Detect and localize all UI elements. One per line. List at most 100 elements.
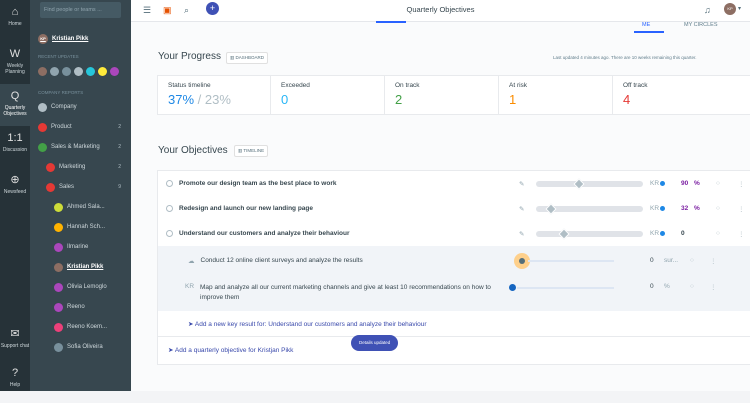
timeline-button[interactable]: ▥ TIMELINE xyxy=(234,145,269,157)
key-result-row[interactable]: ☁ Conduct 12 online client surveys and a… xyxy=(158,248,750,273)
stat-value: 0 xyxy=(281,92,289,107)
progress-marker[interactable] xyxy=(573,177,585,190)
team-tree-item[interactable]: Reeno Koem... xyxy=(30,317,131,337)
objective-row[interactable]: Understand our customers and analyze the… xyxy=(158,221,750,246)
edit-icon[interactable]: ✎ xyxy=(519,205,524,213)
toast-notification: Details updated xyxy=(351,335,399,351)
progress-marker[interactable] xyxy=(558,227,570,240)
avatar[interactable] xyxy=(110,67,119,76)
objective-unit: % xyxy=(694,180,700,187)
rail-item-label: Discussion xyxy=(2,147,28,154)
rail-item-label: Quarterly Objectives xyxy=(3,105,27,118)
add-key-result-link[interactable]: ➤ Add a new key result for: Understand o… xyxy=(188,320,427,328)
slider-handle[interactable] xyxy=(509,284,516,291)
more-icon[interactable]: ⋮ xyxy=(738,205,745,213)
slider-handle[interactable] xyxy=(519,258,525,264)
team-tree-item[interactable]: Product 2 xyxy=(30,117,131,137)
objective-checkbox[interactable] xyxy=(166,205,173,212)
team-tree-item[interactable]: Marketing 2 xyxy=(30,157,131,177)
team-tree-item[interactable]: Sofia Oliveira xyxy=(30,337,131,357)
stat-status-timeline: Status timeline 37% / 23% xyxy=(158,76,271,114)
objective-progress-bar xyxy=(536,202,643,215)
rail-item-home[interactable]: ⌂ Home xyxy=(0,0,30,42)
stat-label: Off track xyxy=(623,82,648,89)
tab-me[interactable]: ME xyxy=(642,22,650,28)
avatar[interactable] xyxy=(74,67,83,76)
objective-title: Redesign and launch our new landing page xyxy=(179,205,313,212)
stat-off-track: Off track 4 xyxy=(613,76,750,114)
objective-checkbox[interactable] xyxy=(166,180,173,187)
page-title: Quarterly Objectives xyxy=(406,5,475,14)
avatar[interactable] xyxy=(62,67,71,76)
sidebar-user[interactable]: KP Kristian Pikk xyxy=(30,34,131,44)
rail-item-weekly-planning[interactable]: W Weekly Planning xyxy=(0,42,30,84)
edit-icon[interactable]: ✎ xyxy=(519,180,524,188)
kr-dot xyxy=(660,231,665,236)
key-result-value: 0 xyxy=(650,283,654,290)
comment-icon[interactable]: ○ xyxy=(690,257,694,264)
edit-icon[interactable]: ✎ xyxy=(519,230,524,238)
team-tree-item[interactable]: Kristian Pikk xyxy=(30,257,131,277)
nav-rail: ⌂ Home W Weekly Planning Q Quarterly Objectiv… xyxy=(0,0,30,391)
progress-marker[interactable] xyxy=(545,202,558,215)
team-tree-item[interactable]: Reeno xyxy=(30,297,131,317)
team-tree-item[interactable]: Hannah Sch... xyxy=(30,217,131,237)
team-tree-item[interactable]: Company xyxy=(30,97,131,117)
more-icon[interactable]: ⋮ xyxy=(710,257,717,265)
objective-checkbox[interactable] xyxy=(166,230,173,237)
add-objective-link[interactable]: ➤ Add a quarterly objective for Kristjan… xyxy=(168,346,293,354)
top-bar: ☰ ▣ ⌕ + Quarterly Objectives ♫ KP ▾ xyxy=(131,0,750,23)
team-tree-item[interactable]: Ilmarine xyxy=(30,237,131,257)
objective-title: Understand our customers and analyze the… xyxy=(179,230,350,237)
team-count: 2 xyxy=(118,164,121,170)
comment-icon[interactable]: ○ xyxy=(690,283,694,290)
objective-row[interactable]: Promote our design team as the best plac… xyxy=(158,171,750,196)
dashboard-button[interactable]: ▥ DASHBOARD xyxy=(226,52,269,64)
add-key-result-label: Add a new key result for: Understand our… xyxy=(194,321,427,328)
avatar[interactable] xyxy=(38,67,47,76)
rail-item-support-chat[interactable]: ✉ Support chat xyxy=(0,322,30,364)
avatar[interactable] xyxy=(98,67,107,76)
key-result-track xyxy=(528,260,614,262)
avatar[interactable] xyxy=(50,67,59,76)
tab-my-circles[interactable]: MY CIRCLES xyxy=(684,22,718,28)
user-avatar[interactable]: KP xyxy=(724,3,736,15)
avatar xyxy=(46,182,55,192)
rail-item-help[interactable]: ? Help xyxy=(0,361,30,403)
comment-icon[interactable]: ○ xyxy=(716,230,720,237)
objective-title: Promote our design team as the best plac… xyxy=(179,180,337,187)
team-tree-label: Kristian Pikk xyxy=(67,264,104,270)
key-result-row[interactable]: KR Map and analyze all our current marke… xyxy=(158,275,750,309)
more-icon[interactable]: ⋮ xyxy=(710,283,717,291)
objective-unit: % xyxy=(694,205,700,212)
key-result-unit: % xyxy=(664,283,670,290)
more-icon[interactable]: ⋮ xyxy=(738,230,745,238)
dashboard-label: DASHBOARD xyxy=(235,55,265,60)
team-tree-item[interactable]: Sales & Marketing 2 xyxy=(30,137,131,157)
rail-item-newsfeed[interactable]: ⊕ Newsfeed xyxy=(0,168,30,210)
rail-item-quarterly-objectives[interactable]: Q Quarterly Objectives xyxy=(0,84,30,126)
search-input[interactable]: Find people or teams ... xyxy=(40,2,121,18)
rail-item-discussion[interactable]: 1:1 Discussion xyxy=(0,126,30,168)
team-count: 9 xyxy=(118,184,121,190)
stat-at-risk: At risk 1 xyxy=(499,76,613,114)
comment-icon[interactable]: ○ xyxy=(716,205,720,212)
team-tree-item[interactable]: Sales 9 xyxy=(30,177,131,197)
avatar xyxy=(54,282,63,292)
home-icon: ⌂ xyxy=(11,6,19,18)
avatar xyxy=(46,162,55,172)
objective-percent: 90 xyxy=(681,180,689,187)
more-icon[interactable]: ⋮ xyxy=(738,180,745,188)
objective-progress-bar xyxy=(536,227,643,240)
bell-icon[interactable]: ♫ xyxy=(704,5,711,15)
chevron-down-icon[interactable]: ▾ xyxy=(738,5,741,12)
objective-row[interactable]: Redesign and launch our new landing page… xyxy=(158,196,750,221)
team-count: 2 xyxy=(118,144,121,150)
team-count: 2 xyxy=(118,124,121,130)
team-tree-item[interactable]: Olivia Lemoglo xyxy=(30,277,131,297)
comment-icon[interactable]: ○ xyxy=(716,180,720,187)
team-tree-item[interactable]: Ahmed Sala... xyxy=(30,197,131,217)
avatar[interactable] xyxy=(86,67,95,76)
team-tree-label: Reeno xyxy=(67,304,85,310)
avatar xyxy=(38,122,47,132)
